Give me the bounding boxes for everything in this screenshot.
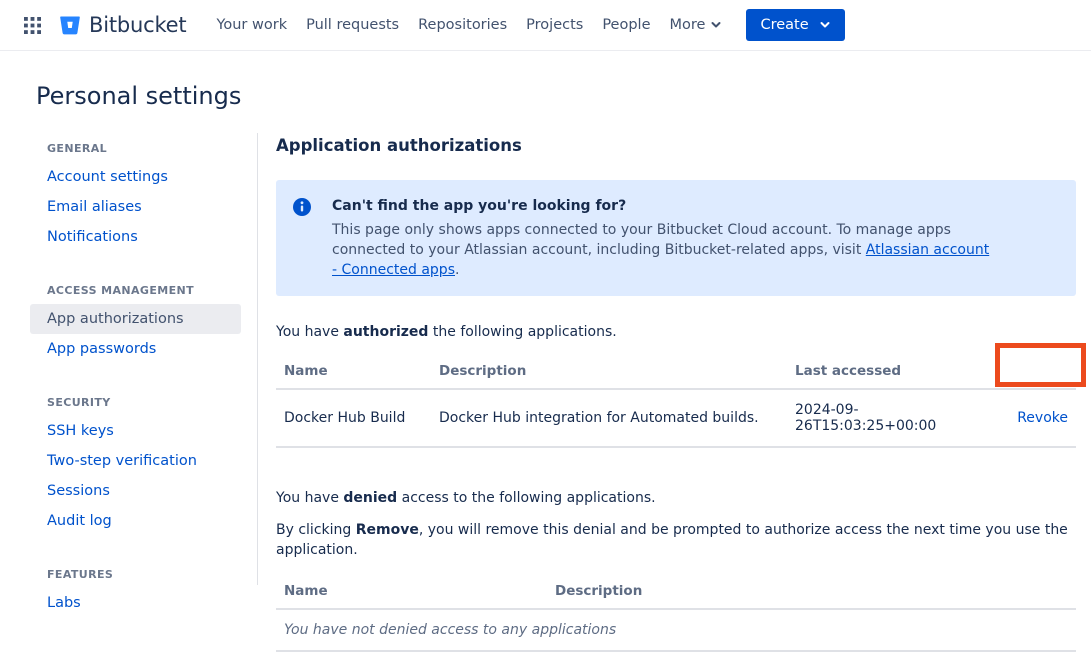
denied-section: You have denied access to the following …	[276, 488, 1076, 652]
sidebar-item-audit-log[interactable]: Audit log	[30, 506, 241, 536]
section-heading: Application authorizations	[276, 136, 1076, 155]
sidebar-section-access-management: ACCESS MANAGEMENT App authorizations App…	[30, 278, 241, 364]
app-description-cell: Docker Hub integration for Automated bui…	[431, 389, 787, 447]
sidebar-section-general: GENERAL Account settings Email aliases N…	[30, 136, 241, 252]
sidebar-item-app-passwords[interactable]: App passwords	[30, 334, 241, 364]
sidebar-item-labs[interactable]: Labs	[30, 588, 241, 618]
column-header-action	[997, 356, 1076, 389]
table-row: You have not denied access to any applic…	[276, 609, 1076, 651]
app-action-cell: Revoke	[997, 389, 1076, 447]
sidebar-item-app-authorizations[interactable]: App authorizations	[30, 304, 241, 334]
app-switcher-icon[interactable]	[16, 9, 48, 41]
sidebar-item-account-settings[interactable]: Account settings	[30, 162, 241, 192]
denied-intro: You have denied access to the following …	[276, 488, 1076, 508]
column-header-description: Description	[547, 576, 1076, 609]
nav-item-projects[interactable]: Projects	[526, 11, 583, 39]
nav-item-more[interactable]: More	[670, 11, 723, 39]
logo-text: Bitbucket	[89, 13, 186, 37]
sidebar-section-header: FEATURES	[30, 562, 241, 588]
sidebar-section-header: SECURITY	[30, 390, 241, 416]
sidebar-item-two-step-verification[interactable]: Two-step verification	[30, 446, 241, 476]
sidebar-section-header: ACCESS MANAGEMENT	[30, 278, 241, 304]
create-button-label: Create	[760, 17, 808, 33]
denied-intro-prefix: You have	[276, 490, 343, 506]
nav-more-label: More	[670, 17, 706, 33]
page-title: Personal settings	[36, 82, 241, 110]
main-content: Application authorizations Can't find th…	[276, 136, 1076, 652]
info-panel-title: Can't find the app you're looking for?	[332, 196, 992, 216]
denied-intro-suffix: access to the following applications.	[397, 490, 655, 506]
sidebar-section-security: SECURITY SSH keys Two-step verification …	[30, 390, 241, 536]
nav-item-your-work[interactable]: Your work	[216, 11, 287, 39]
sidebar-item-ssh-keys[interactable]: SSH keys	[30, 416, 241, 446]
authorized-intro-prefix: You have	[276, 324, 343, 340]
chevron-down-icon	[710, 19, 722, 31]
app-name-cell: Docker Hub Build	[276, 389, 431, 447]
info-panel: Can't find the app you're looking for? T…	[276, 180, 1076, 296]
info-panel-body: This page only shows apps connected to y…	[332, 220, 992, 280]
column-header-name: Name	[276, 356, 431, 389]
table-row: Docker Hub Build Docker Hub integration …	[276, 389, 1076, 447]
sidebar-section-header: GENERAL	[30, 136, 241, 162]
sidebar-item-notifications[interactable]: Notifications	[30, 222, 241, 252]
sidebar-divider	[257, 133, 258, 585]
sidebar-section-features: FEATURES Labs	[30, 562, 241, 618]
app-last-accessed-cell: 2024-09-26T15:03:25+00:00	[787, 389, 997, 447]
authorized-intro-bold: authorized	[343, 324, 428, 340]
info-panel-text: Can't find the app you're looking for? T…	[332, 196, 992, 280]
column-header-description: Description	[431, 356, 787, 389]
bitbucket-logo[interactable]: Bitbucket	[58, 13, 186, 37]
remove-note-bold: Remove	[356, 522, 419, 538]
column-header-name: Name	[276, 576, 547, 609]
bitbucket-bucket-icon	[58, 13, 82, 37]
sidebar-item-email-aliases[interactable]: Email aliases	[30, 192, 241, 222]
nav-item-pull-requests[interactable]: Pull requests	[306, 11, 399, 39]
nav-links: Your work Pull requests Repositories Pro…	[216, 11, 722, 39]
authorized-intro-suffix: the following applications.	[428, 324, 616, 340]
nav-item-repositories[interactable]: Repositories	[418, 11, 507, 39]
revoke-link[interactable]: Revoke	[1017, 410, 1068, 426]
remove-note: By clicking Remove, you will remove this…	[276, 520, 1076, 560]
denied-apps-table: Name Description You have not denied acc…	[276, 576, 1076, 652]
remove-note-prefix: By clicking	[276, 522, 356, 538]
authorized-apps-table: Name Description Last accessed Docker Hu…	[276, 356, 1076, 448]
table-header-row: Name Description	[276, 576, 1076, 609]
sidebar-item-sessions[interactable]: Sessions	[30, 476, 241, 506]
authorized-intro: You have authorized the following applic…	[276, 322, 1076, 342]
info-body-period: .	[455, 262, 459, 278]
create-button[interactable]: Create	[746, 9, 844, 41]
chevron-down-icon	[819, 19, 831, 31]
denied-intro-bold: denied	[343, 490, 397, 506]
top-navigation: Bitbucket Your work Pull requests Reposi…	[0, 0, 1091, 51]
column-header-last-accessed: Last accessed	[787, 356, 997, 389]
nav-item-people[interactable]: People	[602, 11, 650, 39]
empty-state-text: You have not denied access to any applic…	[276, 609, 1076, 651]
grid-icon	[24, 17, 41, 34]
table-header-row: Name Description Last accessed	[276, 356, 1076, 389]
settings-sidebar: GENERAL Account settings Email aliases N…	[30, 136, 241, 644]
info-body-text: This page only shows apps connected to y…	[332, 222, 951, 258]
info-icon	[292, 196, 316, 280]
